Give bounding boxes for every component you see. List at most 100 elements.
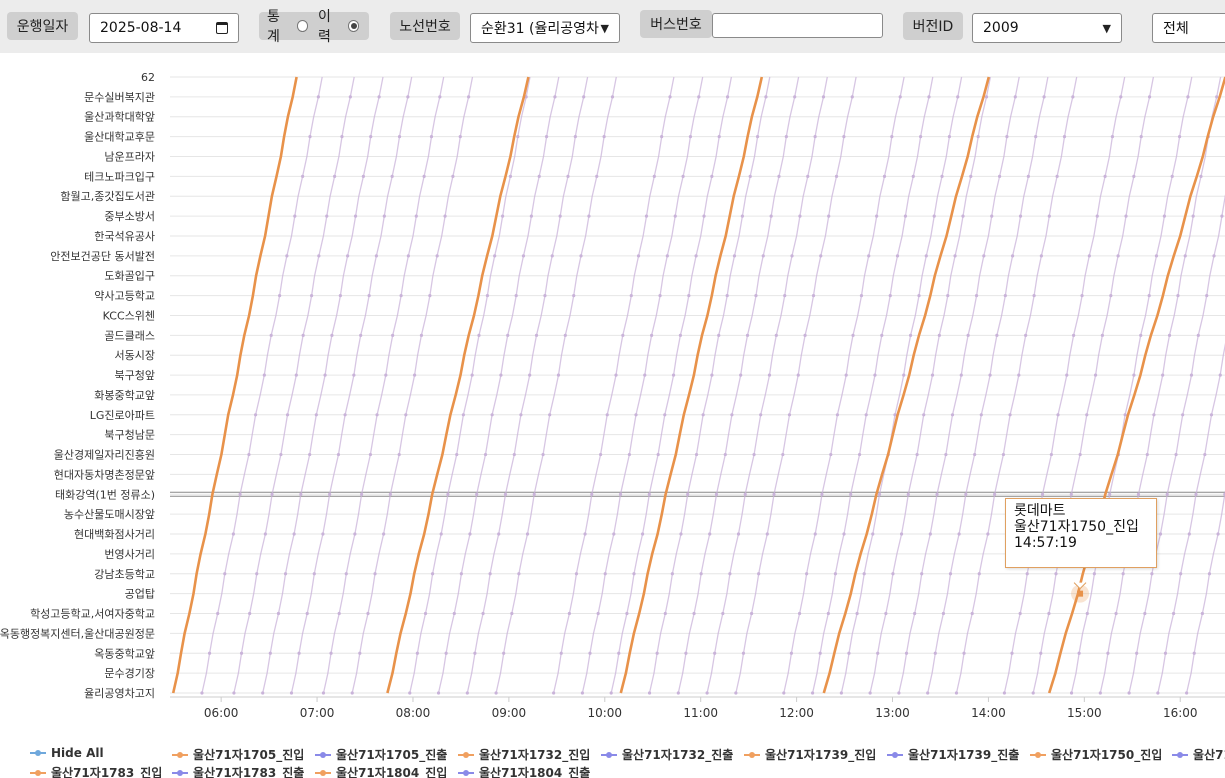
faded-trip-point — [969, 174, 973, 178]
faded-trip-point — [563, 333, 567, 337]
faded-trip-point — [338, 293, 342, 298]
faded-trip-point — [285, 254, 289, 258]
faded-trip-point — [937, 333, 941, 337]
faded-trip-point — [629, 293, 633, 298]
faded-trip-point — [1189, 373, 1194, 377]
faded-trip-point — [911, 174, 915, 178]
legend-label: 울산71자1732_진입 — [479, 748, 591, 762]
faded-trip-point — [829, 452, 833, 457]
legend-item[interactable]: 울산71자1804_진입 — [315, 764, 447, 778]
faded-trip-point — [574, 572, 579, 576]
x-tick-label: 16:00 — [1163, 706, 1198, 720]
faded-trip-point — [757, 572, 761, 576]
faded-trip-point — [473, 651, 477, 655]
faded-trip-point — [382, 214, 386, 218]
faded-trip-point — [308, 135, 312, 139]
faded-trip-point — [767, 373, 772, 377]
faded-trip-point — [913, 611, 917, 616]
faded-trip-line — [1128, 194, 1225, 694]
faded-trip-point — [679, 532, 683, 536]
faded-trip-line — [869, 76, 992, 694]
history-radio[interactable] — [347, 20, 359, 32]
faded-trip-point — [769, 214, 773, 218]
legend-item[interactable]: 울산71자1739_진출 — [887, 746, 1019, 763]
x-tick-label: 13:00 — [875, 706, 910, 720]
legend-item[interactable]: 울산71자1804_진출 — [458, 764, 590, 778]
bus-input[interactable] — [712, 13, 883, 38]
date-input[interactable]: 2025-08-14 — [89, 13, 239, 43]
faded-trip-point — [346, 254, 350, 258]
faded-trip-line — [735, 76, 857, 694]
faded-trip-point — [238, 492, 242, 496]
faded-trip-point — [519, 413, 523, 417]
faded-trip-line — [1185, 490, 1225, 694]
faded-trip-line — [811, 76, 934, 694]
faded-trip-point — [1065, 373, 1069, 377]
faded-trip-point — [321, 691, 326, 695]
calendar-icon[interactable] — [216, 22, 228, 34]
faded-trip-point — [559, 651, 563, 655]
legend-item[interactable]: 울산71자1739_진입 — [744, 746, 876, 763]
legend-item[interactable]: 울산71자1732_진출 — [601, 746, 733, 763]
legend-label: 울산71자1783_진입 — [51, 766, 163, 778]
route-select[interactable]: 순환31 (율리공영차 ▼ — [470, 13, 620, 43]
faded-trip-point — [412, 373, 417, 377]
faded-trip-point — [627, 452, 631, 457]
y-tick-label: 공업탑 — [125, 588, 155, 601]
faded-trip-point — [723, 452, 727, 457]
faded-trip-point — [736, 532, 741, 536]
legend-item[interactable]: 울산71자1732_진입 — [458, 746, 590, 763]
y-tick-label: 농수산물도매시장앞 — [64, 508, 155, 521]
legend-item[interactable]: 울산71자1750_진출 — [1172, 746, 1225, 763]
faded-trip-point — [789, 651, 794, 655]
faded-trip-point — [1218, 373, 1222, 377]
legend-item[interactable]: 울산71자1783_진입 — [30, 764, 162, 778]
chevron-down-icon: ▼ — [600, 21, 609, 35]
faded-trip-point — [602, 135, 606, 139]
tooltip-point-marker — [1077, 590, 1084, 597]
legend-label: 울산71자1739_진입 — [765, 748, 877, 762]
faded-trip-point — [741, 651, 746, 655]
faded-trip-point — [1024, 333, 1028, 337]
faded-trip-point — [663, 413, 667, 417]
version-select[interactable]: 2009 ▼ — [972, 13, 1122, 43]
faded-trip-point — [862, 572, 866, 576]
all-select[interactable]: 전체 — [1152, 13, 1225, 43]
faded-trip-point — [847, 651, 851, 655]
faded-trip-point — [543, 293, 547, 298]
faded-trip-point — [977, 572, 981, 576]
legend-item[interactable]: 울산71자1705_진출 — [315, 746, 447, 763]
stats-radio[interactable] — [296, 20, 308, 32]
faded-trip-point — [391, 333, 395, 337]
faded-trip-point — [292, 532, 296, 536]
legend-swatch-icon — [458, 751, 474, 758]
faded-trip-point — [293, 214, 297, 218]
legend-item[interactable]: Hide All — [30, 746, 104, 760]
faded-trip-point — [678, 333, 682, 337]
legend-item[interactable]: 울산71자1705_진입 — [172, 746, 304, 763]
faded-trip-point — [366, 611, 370, 616]
faded-trip-point — [232, 691, 236, 695]
faded-trip-point — [556, 373, 561, 377]
highlighted-trip-line — [171, 76, 298, 694]
legend-item[interactable]: 울산71자1783_진출 — [172, 764, 304, 778]
x-tick-label: 09:00 — [492, 706, 527, 720]
faded-trip-point — [1205, 293, 1209, 298]
faded-trip-point — [1062, 135, 1067, 139]
legend-item[interactable]: 울산71자1750_진입 — [1030, 746, 1162, 763]
faded-trip-point — [521, 254, 526, 258]
faded-trip-point — [1085, 611, 1089, 616]
faded-trip-line — [840, 76, 963, 694]
faded-trip-point — [920, 572, 924, 576]
faded-trip-point — [687, 293, 691, 298]
y-tick-label: 서동시장 — [115, 349, 155, 362]
faded-trip-point — [740, 214, 744, 218]
faded-trip-point — [641, 532, 645, 536]
y-tick-label: 테크노파크입구 — [84, 170, 155, 183]
faded-trip-point — [877, 492, 882, 496]
faded-trip-point — [1042, 95, 1046, 99]
faded-trip-point — [1077, 651, 1081, 655]
faded-trip-point — [730, 413, 734, 417]
legend-label: 울산71자1705_진입 — [193, 748, 305, 762]
faded-trip-point — [839, 691, 843, 695]
